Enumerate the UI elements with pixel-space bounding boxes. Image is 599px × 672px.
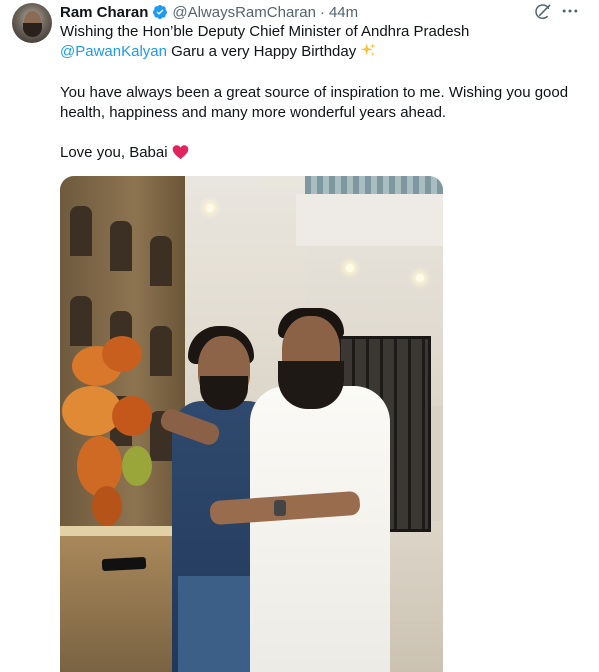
photo-phone	[101, 556, 147, 572]
photo-beam	[296, 194, 443, 246]
tweet-line-2-text: Garu a very Happy Birthday	[166, 43, 361, 60]
tweet-closing-text: Love you, Babai	[60, 144, 172, 161]
tweet-line-2: @PawanKalyan Garu a very Happy Birthday	[60, 42, 590, 62]
photo-flowers	[62, 336, 182, 536]
photo-watch	[274, 500, 286, 516]
more-options-icon[interactable]	[560, 1, 580, 21]
separator-dot: ·	[319, 3, 325, 21]
photo-lamp	[346, 264, 354, 272]
photo-person-2	[250, 386, 390, 672]
tweet-paragraph-3: Love you, Babai	[60, 143, 590, 163]
photo-lamp	[416, 274, 424, 282]
tweet-photo[interactable]	[60, 176, 443, 672]
more-dots-icon	[562, 9, 578, 13]
tweet-text: Wishing the Hon’ble Deputy Chief Ministe…	[60, 22, 590, 163]
tweet-header: Ram Charan @AlwaysRamCharan · 44m	[60, 2, 358, 22]
verified-badge-icon	[153, 5, 168, 19]
tweet-card[interactable]: Ram Charan @AlwaysRamCharan · 44m Wishin…	[0, 0, 599, 672]
photo-skylight	[305, 176, 443, 194]
tweet-line-1: Wishing the Hon’ble Deputy Chief Ministe…	[60, 23, 470, 40]
red-heart-emoji	[172, 145, 189, 160]
author-name[interactable]: Ram Charan	[60, 4, 148, 21]
sparkles-emoji	[361, 43, 376, 56]
grok-icon[interactable]	[533, 2, 553, 22]
tweet-paragraph-2: You have always been a great source of i…	[60, 84, 569, 121]
mention-link[interactable]: @PawanKalyan	[60, 43, 167, 60]
timestamp[interactable]: 44m	[329, 4, 358, 21]
avatar[interactable]	[12, 3, 52, 43]
author-handle[interactable]: @AlwaysRamCharan	[172, 4, 316, 21]
photo-lamp	[206, 204, 214, 212]
avatar-beard	[23, 23, 42, 37]
